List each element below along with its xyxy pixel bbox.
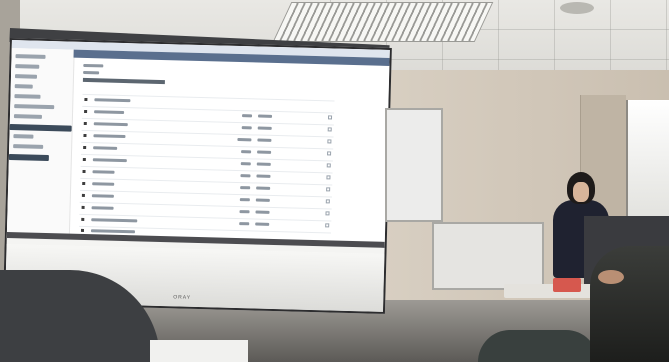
projected-row-text bbox=[93, 122, 128, 127]
projected-row-icon bbox=[81, 217, 85, 222]
projected-row-checkbox bbox=[327, 127, 332, 132]
classroom-photo: ORAY bbox=[0, 0, 669, 362]
projected-sidebar-item bbox=[15, 64, 40, 69]
projected-row-text bbox=[91, 194, 114, 198]
projected-row-text bbox=[93, 134, 126, 139]
projected-breadcrumb bbox=[83, 63, 104, 68]
projected-sidebar-item bbox=[14, 74, 38, 79]
projected-row-icon bbox=[80, 228, 85, 233]
projected-sidebar-button bbox=[8, 154, 49, 162]
projected-row-meta bbox=[241, 150, 252, 154]
projected-table-row bbox=[81, 141, 334, 150]
projected-sidebar-item bbox=[15, 54, 46, 59]
projected-row-checkbox bbox=[326, 175, 331, 180]
window bbox=[626, 100, 669, 220]
projected-row-meta bbox=[240, 174, 251, 178]
projected-row-icon bbox=[81, 193, 85, 198]
projected-row-icon bbox=[82, 169, 86, 174]
whiteboard bbox=[385, 108, 443, 222]
projected-table-row bbox=[79, 201, 332, 210]
screen-brand-label: ORAY bbox=[173, 294, 192, 301]
projected-row-meta bbox=[256, 162, 271, 166]
projected-row-checkbox bbox=[326, 163, 331, 168]
projected-row-meta bbox=[242, 114, 253, 118]
projected-sidebar-item bbox=[14, 104, 55, 110]
projected-table-row bbox=[80, 165, 333, 174]
projected-row-text bbox=[91, 206, 114, 210]
projected-table-row bbox=[80, 177, 333, 186]
foreground-chair bbox=[478, 330, 598, 362]
projected-row-meta bbox=[240, 162, 251, 166]
projected-sidebar-item bbox=[13, 144, 44, 149]
projected-row-meta bbox=[256, 174, 271, 178]
projected-row-meta bbox=[255, 222, 270, 226]
projected-row-icon bbox=[82, 181, 86, 186]
projected-row-meta bbox=[255, 198, 270, 202]
projected-row-checkbox bbox=[325, 211, 330, 216]
projected-row-text bbox=[90, 229, 136, 234]
projected-row-meta bbox=[256, 186, 271, 190]
projected-row-text bbox=[91, 218, 138, 223]
projected-subtitle bbox=[83, 70, 100, 75]
projected-sidebar-item bbox=[13, 114, 42, 119]
foreground-person-right bbox=[590, 246, 669, 362]
ceiling-speaker bbox=[560, 2, 594, 14]
projected-row-meta bbox=[257, 150, 272, 154]
projected-webpage bbox=[6, 40, 390, 248]
projected-page-heading bbox=[82, 77, 165, 85]
projected-row-text bbox=[92, 170, 115, 174]
projected-row-text bbox=[94, 98, 131, 103]
projected-row-text bbox=[92, 158, 127, 163]
paper-sheet bbox=[150, 340, 248, 362]
projected-row-meta bbox=[240, 186, 251, 190]
projected-row-text bbox=[94, 110, 125, 115]
projected-row-meta bbox=[257, 126, 272, 130]
projected-row-checkbox bbox=[325, 223, 330, 228]
projected-row-meta bbox=[257, 138, 272, 142]
projected-row-meta bbox=[241, 126, 252, 130]
projected-table-row bbox=[80, 189, 332, 198]
projected-sidebar-item bbox=[14, 94, 41, 99]
projected-row-checkbox bbox=[325, 199, 330, 204]
projected-row-meta bbox=[239, 198, 250, 202]
projected-row-checkbox bbox=[327, 139, 332, 144]
projected-row-icon bbox=[83, 145, 87, 150]
projected-row-meta bbox=[239, 222, 250, 226]
whiteboard-lower bbox=[432, 222, 544, 290]
projected-row-checkbox bbox=[326, 187, 331, 192]
projected-row-checkbox bbox=[327, 115, 333, 120]
person-face bbox=[573, 182, 589, 202]
projected-sidebar bbox=[6, 48, 75, 240]
projected-row-checkbox bbox=[327, 151, 332, 156]
ceiling-light bbox=[272, 2, 494, 42]
projected-row-text bbox=[93, 146, 118, 150]
red-cup bbox=[553, 278, 581, 292]
projected-row-meta bbox=[237, 137, 252, 142]
projected-row-meta bbox=[255, 210, 270, 214]
projected-row-icon bbox=[81, 205, 85, 210]
projected-row-icon bbox=[83, 133, 87, 138]
projected-row-icon bbox=[83, 121, 87, 126]
foreground-hand bbox=[598, 270, 624, 284]
projected-sidebar-item-active bbox=[9, 124, 72, 132]
projected-row-meta bbox=[258, 114, 273, 118]
projected-row-icon bbox=[84, 109, 88, 114]
projected-row-meta bbox=[239, 210, 250, 214]
projected-sidebar-item bbox=[14, 84, 33, 89]
projected-row-text bbox=[92, 182, 115, 186]
projected-row-icon bbox=[82, 157, 86, 162]
projected-sidebar-item bbox=[13, 134, 34, 139]
projected-row-icon bbox=[84, 97, 88, 102]
